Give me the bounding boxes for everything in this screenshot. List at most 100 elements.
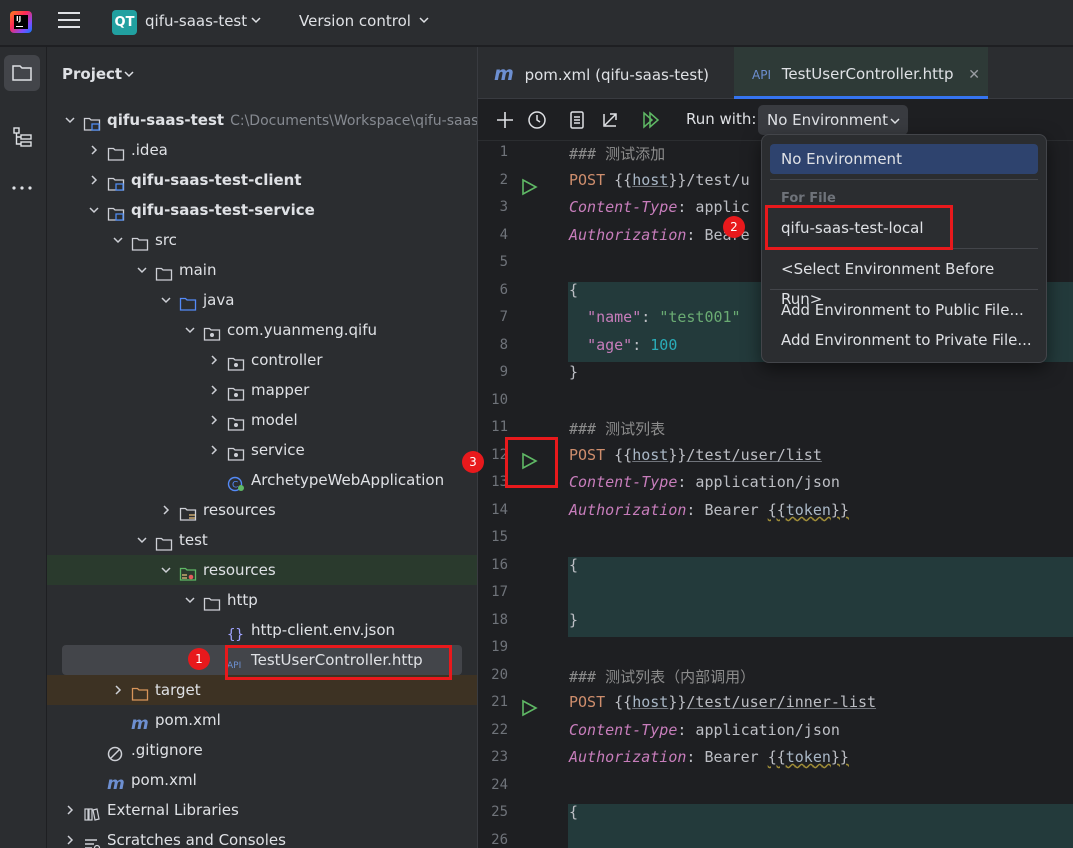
header-line: Authorization: Bearer {{token}} — [569, 748, 849, 766]
panel-title[interactable]: Project — [62, 65, 122, 83]
run-request-icon[interactable] — [520, 699, 538, 717]
env-option-select-before-run[interactable]: <Select Environment Before Run> — [770, 254, 1038, 308]
tree-item[interactable]: {} http-client.env.json — [47, 615, 477, 645]
add-public-env-option[interactable]: Add Environment to Public File... — [770, 295, 1038, 325]
tree-item[interactable]: External Libraries — [47, 795, 477, 825]
main-menu-icon[interactable] — [58, 12, 80, 32]
env-option-no-environment[interactable]: No Environment — [770, 144, 1038, 174]
examples-icon[interactable] — [566, 109, 588, 131]
tree-item[interactable]: qifu-saas-test-client — [47, 165, 477, 195]
close-tab-icon[interactable]: ✕ — [968, 67, 980, 83]
line-number: 2 — [499, 171, 508, 188]
tree-item[interactable]: m pom.xml — [47, 705, 477, 735]
convert-icon[interactable] — [599, 109, 621, 131]
run-request-icon[interactable] — [520, 178, 538, 196]
package-icon — [227, 442, 245, 461]
tree-item[interactable]: http — [47, 585, 477, 615]
json-line: { — [569, 803, 579, 821]
tree-item[interactable]: Scratches and Consoles — [47, 825, 477, 848]
chevron-down-icon[interactable] — [137, 265, 147, 275]
history-icon[interactable] — [526, 109, 548, 131]
tree-item[interactable]: java — [47, 285, 477, 315]
more-tools-button[interactable] — [4, 170, 40, 206]
chevron-down-icon[interactable] — [161, 295, 171, 305]
tree-item[interactable]: .idea — [47, 135, 477, 165]
tree-item[interactable]: resources — [47, 495, 477, 525]
tree-item-label: test — [179, 525, 208, 555]
chevron-down-icon[interactable] — [185, 595, 195, 605]
line-number: 22 — [491, 721, 508, 738]
intellij-logo-icon[interactable]: IJ — [10, 11, 32, 33]
tree-item[interactable]: test — [47, 525, 477, 555]
chevron-right-icon[interactable] — [209, 415, 219, 425]
chevron-right-icon[interactable] — [209, 385, 219, 395]
tree-item-text: qifu-saas-test-client — [131, 171, 302, 189]
tab-testusercontroller-http[interactable]: API TestUserController.http ✕ — [734, 47, 988, 99]
tree-item[interactable]: C ArchetypeWebApplication — [47, 465, 477, 495]
environment-selector[interactable]: No Environment — [758, 105, 908, 135]
tab-label: pom.xml (qifu-saas-test) — [524, 66, 709, 84]
json-line: "age": 100 — [587, 336, 678, 354]
chevron-right-icon[interactable] — [65, 805, 75, 815]
tree-item-label: pom.xml — [155, 705, 221, 735]
tree-item[interactable]: controller — [47, 345, 477, 375]
structure-icon — [13, 127, 32, 147]
line-number: 20 — [491, 666, 508, 683]
add-private-env-option[interactable]: Add Environment to Private File... — [770, 325, 1038, 355]
line-number: 15 — [491, 529, 508, 545]
tree-item[interactable]: model — [47, 405, 477, 435]
chevron-right-icon[interactable] — [209, 445, 219, 455]
tree-item-text: resources — [203, 501, 276, 519]
tree-item[interactable]: src — [47, 225, 477, 255]
chevron-down-icon[interactable] — [137, 535, 147, 545]
chevron-down-icon[interactable] — [65, 115, 75, 125]
chevron-right-icon[interactable] — [89, 145, 99, 155]
tree-item[interactable]: qifu-saas-test-service — [47, 195, 477, 225]
request-line: POST {{host}}/test/u — [569, 171, 750, 189]
chevron-right-icon[interactable] — [113, 685, 123, 695]
chevron-right-icon[interactable] — [89, 175, 99, 185]
version-control-menu[interactable]: Version control — [299, 12, 411, 30]
tree-item[interactable]: resources — [47, 555, 477, 585]
tree-item-text: target — [155, 681, 201, 699]
tree-item-label: ArchetypeWebApplication — [251, 465, 444, 495]
chevron-down-icon[interactable] — [250, 14, 262, 26]
tree-item[interactable]: mapper — [47, 375, 477, 405]
tree-item-label: main — [179, 255, 216, 285]
chevron-down-icon[interactable] — [89, 205, 99, 215]
chevron-right-icon[interactable] — [209, 355, 219, 365]
add-request-icon[interactable] — [494, 109, 516, 131]
tree-item-text: .idea — [131, 141, 168, 159]
tree-item-label: http-client.env.json — [251, 615, 395, 645]
chevron-right-icon[interactable] — [161, 505, 171, 515]
project-tool-button[interactable] — [4, 55, 40, 91]
tree-item[interactable]: service — [47, 435, 477, 465]
tree-item[interactable]: qifu-saas-test C:\Documents\Workspace\qif… — [47, 105, 477, 135]
package-icon — [227, 352, 245, 371]
scratches-icon — [83, 832, 101, 848]
chevron-down-icon[interactable] — [161, 565, 171, 575]
project-switcher[interactable]: qifu-saas-test — [145, 12, 247, 30]
structure-tool-button[interactable] — [4, 119, 40, 155]
tree-item-label: src — [155, 225, 177, 255]
tree-item[interactable]: m pom.xml — [47, 765, 477, 795]
code-comment: ### 测试列表（内部调用） — [569, 668, 756, 686]
chevron-down-icon[interactable] — [185, 325, 195, 335]
tree-item-label: qifu-saas-test-client — [131, 165, 302, 195]
line-number: 14 — [491, 501, 508, 518]
chevron-right-icon[interactable] — [65, 835, 75, 845]
line-number: 23 — [491, 749, 508, 765]
chevron-down-icon[interactable] — [123, 68, 135, 80]
chevron-down-icon[interactable] — [113, 235, 123, 245]
tree-item[interactable]: main — [47, 255, 477, 285]
folder-icon — [203, 592, 221, 611]
tab-pom-xml[interactable]: m pom.xml (qifu-saas-test) — [478, 47, 730, 99]
annotation-box-2 — [765, 205, 953, 250]
tree-item-label: resources — [203, 495, 276, 525]
tree-item[interactable]: .gitignore — [47, 735, 477, 765]
chevron-down-icon[interactable] — [418, 14, 430, 26]
header-line: Authorization: Bearer {{token}} — [569, 501, 849, 519]
run-all-icon[interactable] — [640, 109, 662, 131]
project-badge[interactable]: QT — [112, 10, 137, 35]
tree-item[interactable]: com.yuanmeng.qifu — [47, 315, 477, 345]
